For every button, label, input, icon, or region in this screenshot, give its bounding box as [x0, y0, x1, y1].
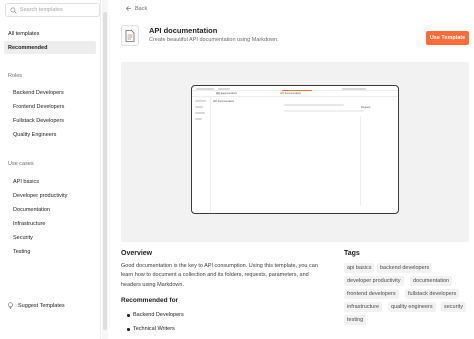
scrollbar-thumb[interactable]: [103, 12, 107, 330]
search-input[interactable]: [19, 7, 99, 13]
tag-infrastructure[interactable]: infrastructure: [344, 302, 383, 312]
roles-section-title: Roles: [8, 73, 23, 79]
overview-heading: Overview: [121, 250, 153, 257]
recommended-for-item: Technical Writers: [127, 326, 184, 339]
use-case-documentation[interactable]: Documentation: [13, 207, 50, 213]
sidebar-scrollbar[interactable]: [102, 0, 108, 339]
search-icon: [10, 7, 17, 14]
tags-heading: Tags: [344, 250, 360, 257]
tag-developer-productivity[interactable]: developer productivity: [344, 276, 404, 286]
use-case-testing[interactable]: Testing: [13, 249, 30, 255]
templates-sidebar: All templates Recommended Roles Backend …: [0, 0, 101, 339]
template-preview: API documentation API documentation API …: [121, 62, 469, 242]
document-icon: [125, 29, 135, 42]
role-backend-developers[interactable]: Backend Developers: [13, 90, 64, 96]
suggest-templates-link[interactable]: Suggest Templates: [7, 302, 65, 309]
search-box[interactable]: [5, 3, 100, 17]
template-title: API documentation: [149, 26, 218, 35]
role-fullstack-developers[interactable]: Fullstack Developers: [13, 118, 64, 124]
tag-quality-engineers[interactable]: quality engineers: [388, 302, 436, 312]
template-icon-box: [121, 25, 139, 46]
overview-text: Good documentation is the key to API con…: [121, 263, 318, 288]
arrow-left-icon: [125, 6, 131, 11]
lightbulb-icon: [8, 302, 13, 309]
preview-collection-item: API documentation: [213, 100, 235, 103]
use-case-infrastructure[interactable]: Infrastructure: [13, 221, 45, 227]
tag-testing[interactable]: testing: [344, 315, 367, 325]
preview-screenshot: API documentation API documentation API …: [191, 85, 399, 214]
recommended-for-list: Backend Developers Technical Writers: [127, 312, 184, 339]
use-case-security[interactable]: Security: [13, 235, 33, 241]
back-link[interactable]: Back: [125, 5, 147, 12]
tag-backend-developers[interactable]: backend developers: [377, 263, 433, 273]
tag-frontend-developers[interactable]: frontend developers: [344, 289, 399, 299]
nav-recommended[interactable]: Recommended: [4, 41, 96, 54]
suggest-templates-label: Suggest Templates: [18, 302, 65, 309]
preview-collection-tab: API documentation: [216, 91, 238, 95]
use-template-button[interactable]: Use Template: [426, 31, 469, 45]
recommended-for-heading: Recommended for: [121, 297, 179, 304]
template-description: Create beautiful API documentation using…: [149, 37, 279, 43]
tag-api-basics[interactable]: api basics: [344, 263, 375, 273]
use-case-developer-productivity[interactable]: Developer productivity: [13, 193, 67, 199]
preview-tab-bar: API documentation API documentation: [192, 90, 398, 97]
back-label: Back: [135, 5, 148, 12]
tag-documentation[interactable]: documentation: [410, 276, 453, 286]
role-frontend-developers[interactable]: Frontend Developers: [13, 104, 64, 110]
tag-security[interactable]: security: [441, 302, 466, 312]
nav-all-templates[interactable]: All templates: [4, 27, 96, 40]
role-quality-engineers[interactable]: Quality Engineers: [13, 132, 56, 138]
tag-fullstack-developers[interactable]: fullstack developers: [405, 289, 460, 299]
preview-tab-label: API documentation: [280, 91, 302, 95]
preview-side-label: Request: [361, 106, 371, 109]
use-case-api-basics[interactable]: API basics: [13, 179, 39, 185]
preview-sidebar: [192, 96, 211, 213]
recommended-for-item: Backend Developers: [127, 312, 184, 326]
use-cases-section-title: Use cases: [8, 161, 34, 167]
